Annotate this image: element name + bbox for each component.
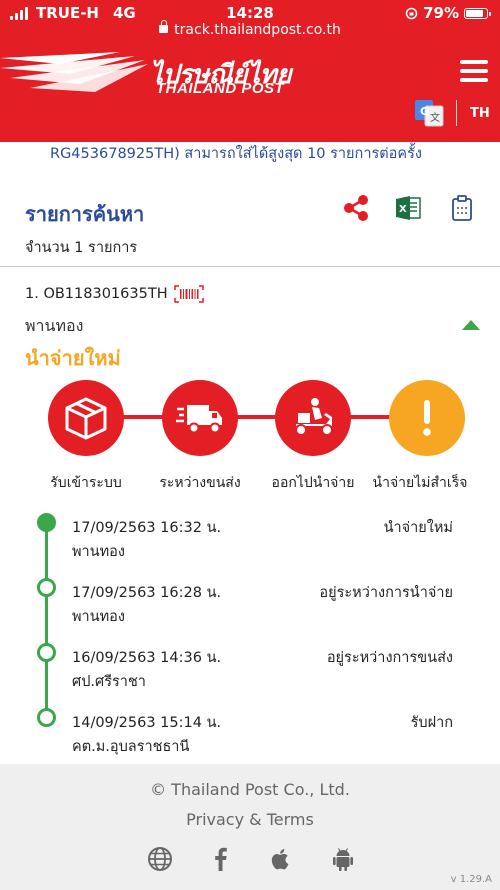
tracking-number: 1. OB118301635TH [25,285,204,303]
timeline-dot [37,578,56,597]
search-hint: RG453678925TH) สามารถใส่ได้สูงสุด 10 ราย… [50,146,422,162]
timeline-dot [37,708,56,727]
site-footer: © Thailand Post Co., Ltd. Privacy & Term… [0,764,500,890]
step-label: รับเข้าระบบ [50,475,122,491]
url-bar[interactable]: track.thailandpost.co.th [0,20,500,38]
facebook-icon[interactable] [208,846,234,872]
battery-icon [464,7,491,19]
event-datetime: 17/09/2563 16:32 น. [72,520,222,536]
event-location: ศป.ศรีราชา [72,674,146,690]
event-status: นำจ่ายใหม่ [383,520,453,536]
lock-icon [159,20,169,33]
timeline-dot [37,513,56,532]
google-translate-icon[interactable]: G 文 [414,98,444,128]
android-icon[interactable] [330,846,356,872]
step-out-for-delivery [275,380,351,456]
scooter-icon [295,398,333,436]
logo-wings-icon [0,52,148,92]
thailand-post-logo[interactable]: ไปรษณีย์ไทย THAILAND POST [0,46,300,97]
tracking-number-text: 1. OB118301635TH [25,286,168,302]
event-status: รับฝาก [410,715,453,731]
version-label: v 1.29.A [450,874,492,885]
divider [456,100,457,126]
clipboard-icon[interactable] [448,194,476,222]
event-datetime: 14/09/2563 15:14 น. [72,715,222,731]
divider [0,266,500,267]
battery-percent: 79% [423,4,459,22]
results-count: จำนวน 1 รายการ [25,240,138,256]
collapse-icon[interactable] [462,320,480,330]
step-label: ระหว่างขนส่ง [159,475,241,491]
event-location: คต.ม.อุบลราชธานี [72,739,190,755]
event-location: พานทอง [72,609,125,625]
timeline-line [45,522,48,718]
exclamation-icon [423,400,431,436]
site-header: ไปรษณีย์ไทย THAILAND POST G 文 TH [0,44,500,142]
event-status: อยู่ระหว่างการขนส่ง [326,650,453,666]
event-status: อยู่ระหว่างการนำจ่าย [319,585,453,601]
barcode-icon[interactable] [173,285,204,303]
event-datetime: 16/09/2563 14:36 น. [72,650,222,666]
svg-text:G: G [420,105,429,118]
privacy-terms-link[interactable]: Privacy & Terms [0,810,500,829]
menu-icon[interactable] [460,60,488,84]
apple-icon[interactable] [268,846,294,872]
item-status: นำจ่ายใหม่ [25,346,121,370]
copyright-text: © Thailand Post Co., Ltd. [150,780,350,799]
item-branch: พานทอง [25,316,84,335]
timeline-dot [37,643,56,662]
step-in-transit [162,380,238,456]
step-received [48,380,124,456]
rotation-lock-icon [405,7,418,19]
globe-icon[interactable] [147,846,173,872]
language-toggle[interactable]: TH [470,106,490,121]
share-icon[interactable] [342,194,370,222]
event-datetime: 17/09/2563 16:28 น. [72,585,222,601]
battery-info: 79% [405,4,491,22]
url-text: track.thailandpost.co.th [174,22,341,38]
svg-text:文: 文 [430,111,440,124]
progress-line [85,415,425,419]
event-location: พานทอง [72,544,125,560]
logo-english-text: THAILAND POST [156,80,285,97]
svg-text:X: X [399,204,407,215]
status-bar: TRUE-H 4G 14:28 79% track.thailandpost.c… [0,0,500,44]
truck-icon [176,405,222,434]
results-title: รายการค้นหา [25,202,145,226]
box-icon [65,397,107,440]
step-delivery-failed [389,380,465,456]
step-label: นำจ่ายไม่สำเร็จ [372,475,468,491]
excel-export-icon[interactable]: X [394,194,422,222]
